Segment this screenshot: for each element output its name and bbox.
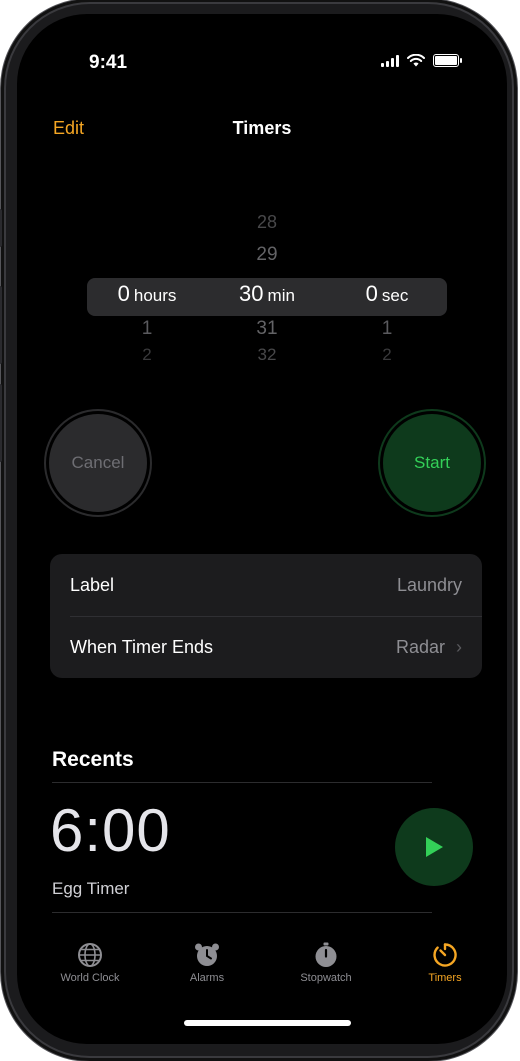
when-timer-ends-title: When Timer Ends xyxy=(70,636,214,657)
seconds-picker[interactable]: 0 sec 1 2 xyxy=(327,184,447,404)
dynamic-island xyxy=(207,36,327,70)
alarm-clock-icon xyxy=(195,943,219,966)
label-row-value: Laundry xyxy=(396,574,462,595)
hours-option: 2 xyxy=(142,345,152,364)
tab-alarms[interactable]: Alarms xyxy=(157,942,257,984)
label-row[interactable]: Label Laundry xyxy=(70,554,462,616)
tab-bar: World Clock Alarms Stopwatch Timers xyxy=(17,942,507,1002)
seconds-option: 1 xyxy=(381,318,393,339)
volume-up-button xyxy=(0,286,2,364)
battery-icon xyxy=(433,54,462,67)
recent-timer-label: Egg Timer xyxy=(52,879,130,898)
chevron-right-icon: › xyxy=(456,636,462,657)
minutes-selected-value: 30 xyxy=(239,281,264,306)
hours-option: 1 xyxy=(141,318,153,339)
when-timer-ends-value: Radar xyxy=(395,636,445,657)
hours-unit-label: hours xyxy=(133,286,177,305)
volume-down-button xyxy=(0,384,2,462)
tab-alarms-label: Alarms xyxy=(189,972,225,984)
globe-icon xyxy=(78,943,102,967)
label-row-title: Label xyxy=(70,574,115,595)
tab-stopwatch[interactable]: Stopwatch xyxy=(276,942,376,984)
minutes-option: 29 xyxy=(256,244,278,265)
tab-stopwatch-label: Stopwatch xyxy=(300,972,352,984)
hours-selected: 0 hours xyxy=(87,281,207,307)
minutes-unit-label: min xyxy=(267,286,295,305)
tab-timers-label: Timers xyxy=(428,972,462,984)
when-timer-ends-value-group: Radar › xyxy=(396,637,462,658)
stopwatch-icon xyxy=(315,942,337,967)
status-time: 9:41 xyxy=(89,52,128,73)
wifi-icon xyxy=(407,54,425,67)
home-indicator[interactable] xyxy=(184,1020,351,1026)
minutes-option: 28 xyxy=(256,212,278,232)
screen: 9:41 Edit Timers 0 hours 1 2 28 29 30 min … xyxy=(17,14,507,1044)
seconds-selected-value: 0 xyxy=(365,281,378,306)
tab-world-clock[interactable]: World Clock xyxy=(40,942,140,984)
hours-selected-value: 0 xyxy=(117,281,130,306)
divider xyxy=(52,912,432,913)
divider xyxy=(52,782,432,783)
seconds-option: 2 xyxy=(382,345,392,364)
status-icons xyxy=(381,54,462,67)
timer-icon xyxy=(433,943,457,967)
cellular-signal-icon xyxy=(381,54,399,67)
tab-world-clock-label: World Clock xyxy=(60,972,120,984)
start-button[interactable]: Start xyxy=(383,414,481,512)
tab-timers[interactable]: Timers xyxy=(395,942,495,984)
cancel-button[interactable]: Cancel xyxy=(49,414,147,512)
timer-settings-group: Label Laundry When Timer Ends Radar › xyxy=(50,554,482,678)
minutes-option: 32 xyxy=(257,345,277,364)
minutes-selected: 30 min xyxy=(207,281,327,307)
recents-heading: Recents xyxy=(52,748,134,771)
when-timer-ends-row[interactable]: When Timer Ends Radar › xyxy=(70,616,462,678)
minutes-option: 31 xyxy=(256,318,278,339)
page-title: Timers xyxy=(232,118,292,138)
recent-timer-duration: 6:00 xyxy=(50,797,171,864)
play-button[interactable] xyxy=(395,808,473,886)
action-button xyxy=(0,209,2,247)
play-icon xyxy=(426,837,443,857)
minutes-picker[interactable]: 28 29 30 min 31 32 xyxy=(207,184,327,404)
seconds-selected: 0 sec xyxy=(327,281,447,307)
hours-picker[interactable]: 0 hours 1 2 xyxy=(87,184,207,404)
seconds-unit-label: sec xyxy=(381,286,409,305)
